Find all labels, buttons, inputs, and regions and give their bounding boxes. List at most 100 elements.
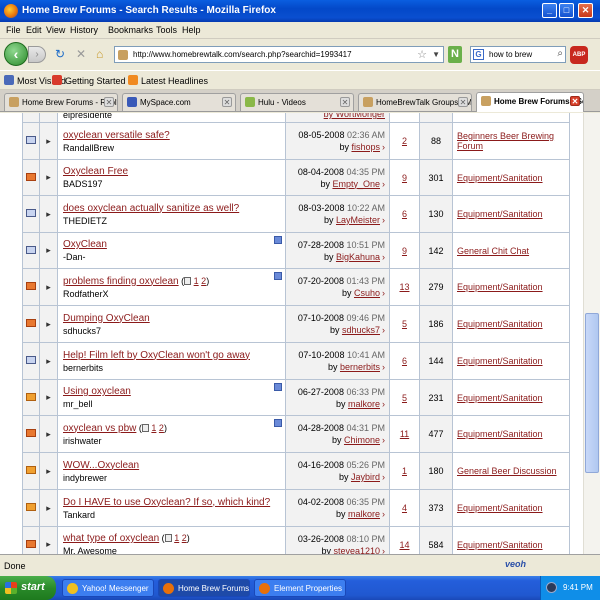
menu-help[interactable]: Help: [182, 25, 201, 35]
thread-title-link[interactable]: WOW...Oxyclean: [63, 460, 139, 471]
replies-count-link[interactable]: 13: [399, 282, 409, 292]
page-link[interactable]: 1: [151, 423, 156, 433]
forum-link[interactable]: General Beer Discussion: [457, 466, 557, 476]
menu-tools[interactable]: Tools: [156, 25, 177, 35]
last-poster-link[interactable]: Empty_One: [332, 179, 380, 189]
thread-starter[interactable]: indybrewer: [63, 473, 280, 483]
go-to-last-post-icon[interactable]: ›: [382, 179, 385, 189]
forward-button[interactable]: ›: [28, 46, 46, 63]
veoh-logo[interactable]: veoh: [505, 559, 526, 569]
replies-count-link[interactable]: 5: [402, 393, 407, 403]
thread-starter[interactable]: bernerbits: [63, 363, 280, 373]
thread-starter[interactable]: Mr. Awesome: [63, 546, 280, 554]
page-link[interactable]: 1: [194, 276, 199, 286]
google-icon[interactable]: G: [473, 49, 484, 60]
replies-count-link[interactable]: 2: [402, 136, 407, 146]
thread-title-link[interactable]: Help! Film left by OxyClean won't go awa…: [63, 350, 250, 361]
thread-title-link[interactable]: Oxyclean Free: [63, 166, 128, 177]
last-poster-link[interactable]: fishops: [351, 142, 380, 152]
thread-title-link[interactable]: Dumping OxyClean: [63, 313, 150, 324]
tab-groups[interactable]: HomeBrewTalk Groups - Mich... ✕: [358, 93, 472, 111]
task-yahoo-messenger[interactable]: Yahoo! Messenger: [62, 579, 154, 597]
go-to-last-post-icon[interactable]: ›: [382, 142, 385, 152]
go-to-last-post-icon[interactable]: ›: [382, 399, 385, 409]
thread-title-link[interactable]: oxyclean vs pbw: [63, 423, 136, 434]
menu-edit[interactable]: Edit: [26, 25, 42, 35]
network-icon[interactable]: [546, 582, 557, 593]
replies-count-link[interactable]: 6: [402, 356, 407, 366]
thread-starter[interactable]: mr_bell: [63, 399, 280, 409]
replies-count-link[interactable]: 1: [402, 466, 407, 476]
search-bar[interactable]: G how to brew ⌕: [470, 46, 566, 63]
last-poster-link[interactable]: bernerbits: [340, 362, 380, 372]
page-link[interactable]: 2: [159, 423, 164, 433]
forum-link[interactable]: Equipment/Sanitation: [457, 356, 543, 366]
thread-starter[interactable]: -Dan-: [63, 252, 280, 262]
replies-count-link[interactable]: 14: [399, 540, 409, 550]
go-to-last-post-icon[interactable]: ›: [382, 362, 385, 372]
last-poster-link[interactable]: by WortMonger: [324, 113, 385, 119]
go-to-last-post-icon[interactable]: ›: [382, 509, 385, 519]
thread-title-link[interactable]: does oxyclean actually sanitize as well?: [63, 203, 239, 214]
forum-link[interactable]: General Chit Chat: [457, 246, 529, 256]
thread-starter[interactable]: BADS197: [63, 179, 280, 189]
forum-link[interactable]: Equipment/Sanitation: [457, 393, 543, 403]
forum-link[interactable]: Equipment/Sanitation: [457, 429, 543, 439]
go-to-last-post-icon[interactable]: ›: [382, 472, 385, 482]
menu-file[interactable]: File: [6, 25, 21, 35]
replies-count-link[interactable]: 11: [400, 429, 409, 439]
search-icon[interactable]: ⌕: [557, 48, 563, 59]
last-poster-link[interactable]: Csuho: [354, 288, 380, 298]
thread-starter[interactable]: RodfatherX: [63, 289, 280, 299]
tab-close-icon[interactable]: ✕: [458, 97, 468, 107]
tab-hulu[interactable]: Hulu - Videos ✕: [240, 93, 354, 111]
adblock-plus-icon[interactable]: ABP: [570, 46, 588, 64]
thread-title-link[interactable]: what type of oxyclean: [63, 533, 159, 544]
reload-icon[interactable]: ↻: [55, 48, 65, 60]
url-dropdown-icon[interactable]: ▼: [432, 50, 440, 59]
forum-link[interactable]: Equipment/Sanitation: [457, 209, 543, 219]
thread-title-link[interactable]: Do I HAVE to use Oxyclean? If so, which …: [63, 497, 270, 508]
go-to-last-post-icon[interactable]: ›: [382, 546, 385, 555]
thread-starter[interactable]: irishwater: [63, 436, 280, 446]
last-poster-link[interactable]: BigKahuna: [336, 252, 380, 262]
tab-close-icon[interactable]: ✕: [570, 96, 580, 106]
bookmark-latest-headlines[interactable]: Latest Headlines: [128, 75, 208, 86]
replies-count-link[interactable]: 5: [402, 319, 407, 329]
maximize-button[interactable]: □: [559, 3, 574, 18]
forum-link[interactable]: Equipment/Sanitation: [457, 319, 543, 329]
task-element-properties[interactable]: Element Properties: [254, 579, 346, 597]
go-to-last-post-icon[interactable]: ›: [382, 288, 385, 298]
forum-link[interactable]: Equipment/Sanitation: [457, 282, 543, 292]
vertical-scrollbar[interactable]: [583, 113, 600, 554]
last-poster-link[interactable]: malkore: [348, 509, 380, 519]
last-poster-link[interactable]: stevea1210: [333, 546, 380, 555]
thread-title-link[interactable]: Using oxyclean: [63, 386, 131, 397]
tab-search-results[interactable]: Home Brew Forums - Se... ✕: [476, 92, 584, 112]
thread-starter[interactable]: THEDIETZ: [63, 216, 280, 226]
minimize-button[interactable]: _: [542, 3, 557, 18]
addon-n-icon[interactable]: N: [448, 46, 462, 63]
search-input[interactable]: how to brew: [489, 50, 532, 59]
menu-bookmarks[interactable]: Bookmarks: [108, 25, 153, 35]
thread-starter[interactable]: elpresidente: [63, 113, 280, 120]
replies-count-link[interactable]: 9: [402, 246, 407, 256]
go-to-last-post-icon[interactable]: ›: [382, 325, 385, 335]
menu-history[interactable]: History: [70, 25, 98, 35]
tab-close-icon[interactable]: ✕: [104, 97, 114, 107]
close-window-button[interactable]: ✕: [578, 3, 593, 18]
tab-reply[interactable]: Home Brew Forums - Reply t... ✕: [4, 93, 118, 111]
bookmark-star-icon[interactable]: ☆: [417, 48, 427, 61]
forum-link[interactable]: Beginners Beer Brewing Forum: [457, 131, 554, 151]
forum-link[interactable]: Equipment/Sanitation: [457, 503, 543, 513]
tab-close-icon[interactable]: ✕: [222, 97, 232, 107]
thread-title-link[interactable]: oxyclean versatile safe?: [63, 130, 170, 141]
tab-close-icon[interactable]: ✕: [340, 97, 350, 107]
thread-title-link[interactable]: OxyClean: [63, 239, 107, 250]
last-poster-link[interactable]: sdhucks7: [342, 325, 380, 335]
scrollbar-thumb[interactable]: [585, 313, 599, 473]
bookmark-getting-started[interactable]: Getting Started: [52, 75, 126, 86]
thread-starter[interactable]: RandallBrew: [63, 143, 280, 153]
last-poster-link[interactable]: malkore: [348, 399, 380, 409]
replies-count-link[interactable]: 6: [402, 209, 407, 219]
